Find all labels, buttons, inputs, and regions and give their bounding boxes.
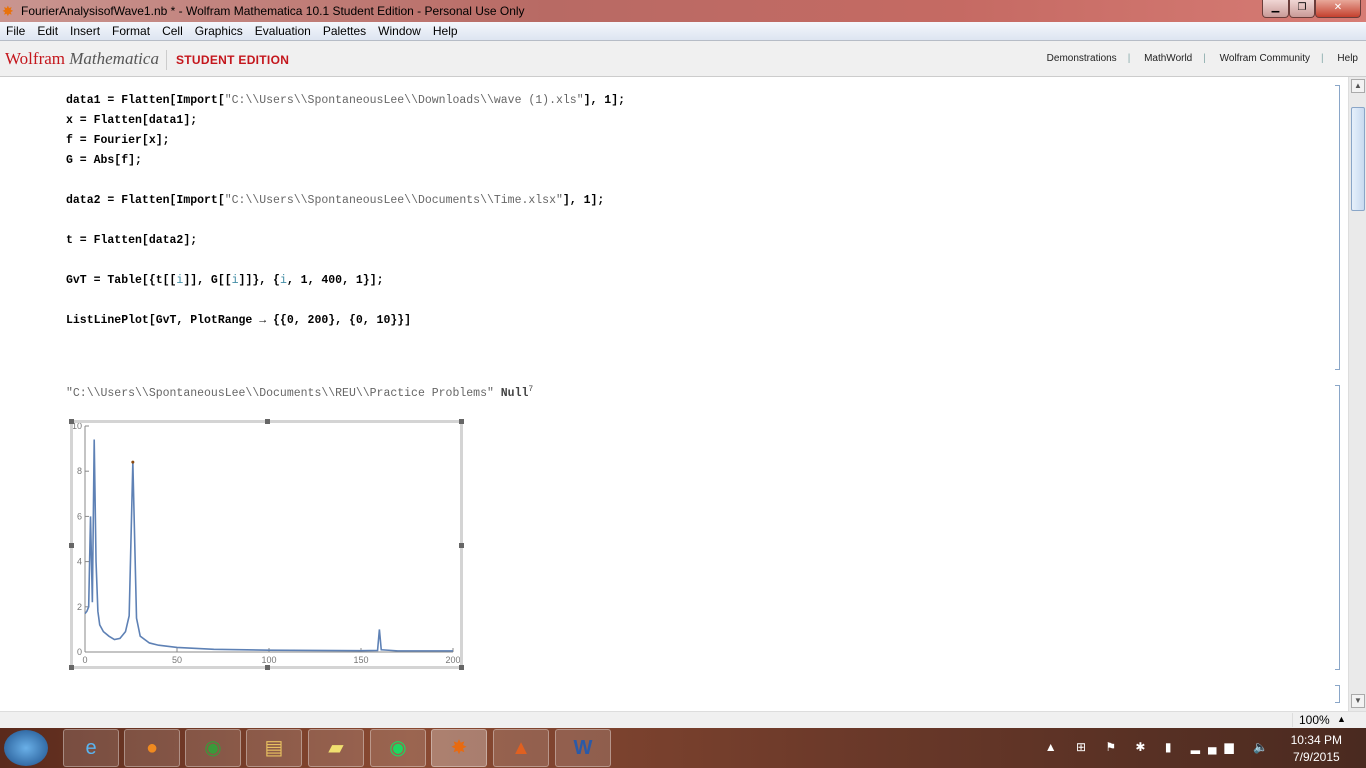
menu-insert[interactable]: Insert (64, 24, 106, 38)
code-line[interactable]: x = Flatten[data1]; (66, 114, 197, 127)
zoom-up-icon[interactable]: ▲ (1337, 714, 1346, 724)
link-community[interactable]: Wolfram Community (1220, 53, 1310, 64)
title-bar: ✸ FourierAnalysisofWave1.nb * - Wolfram … (0, 0, 1366, 22)
x-tick-label: 200 (445, 655, 460, 665)
zoom-level[interactable]: 100% (1292, 713, 1330, 727)
clock[interactable]: 10:34 PM 7/9/2015 (1291, 732, 1342, 766)
spotify-icon[interactable]: ◉ (370, 729, 426, 767)
code-line[interactable]: data1 = Flatten[Import["C:\\Users\\Spont… (66, 94, 625, 107)
x-tick-label: 0 (82, 655, 87, 665)
x-tick-label: 50 (172, 655, 182, 665)
y-tick-label: 6 (77, 511, 82, 521)
cell-bracket[interactable] (1335, 85, 1340, 370)
menu-help[interactable]: Help (427, 24, 464, 38)
resize-handle[interactable] (265, 665, 270, 670)
word-icon[interactable]: W (555, 729, 611, 767)
code-line[interactable]: data2 = Flatten[Import["C:\\Users\\Spont… (66, 194, 604, 207)
status-bar: 100% ▲ (0, 711, 1366, 728)
output-line: "C:\\Users\\SpontaneousLee\\Documents\\R… (66, 385, 534, 400)
mathematica-taskbar-icon[interactable]: ✸ (431, 729, 487, 767)
menu-palettes[interactable]: Palettes (317, 24, 372, 38)
resize-handle[interactable] (459, 419, 464, 424)
edition-label: STUDENT EDITION (176, 53, 290, 67)
taskbar: e ● ◉ ▤ ▰ ◉ ✸ ▲ W ▲ ⊞ ⚑ ✱ ▮ ▂▄▆ 🔈 10:34 … (0, 728, 1366, 768)
scroll-down-arrow[interactable]: ▼ (1351, 694, 1365, 708)
code-line[interactable]: ListLinePlot[GvT, PlotRange → {{0, 200},… (66, 314, 411, 327)
brand-bar: Wolfram Mathematica STUDENT EDITION Demo… (0, 41, 1366, 77)
vertical-scrollbar[interactable]: ▲ ▼ (1348, 77, 1366, 711)
y-tick-label: 10 (73, 423, 82, 431)
resize-handle[interactable] (69, 665, 74, 670)
resize-handle[interactable] (459, 665, 464, 670)
mathematica-icon: ✸ (2, 2, 14, 19)
x-tick-label: 150 (353, 655, 368, 665)
y-tick-label: 4 (77, 557, 82, 567)
maximize-button[interactable]: ❐ (1289, 0, 1315, 18)
matlab-icon[interactable]: ▲ (493, 729, 549, 767)
wolfram-logo: Wolfram Mathematica (5, 49, 159, 68)
resize-handle[interactable] (69, 543, 74, 548)
menu-cell[interactable]: Cell (156, 24, 189, 38)
resize-handle[interactable] (265, 419, 270, 424)
data-point-marker (131, 460, 135, 464)
cell-bracket[interactable] (1335, 385, 1340, 670)
close-button[interactable]: ✕ (1315, 0, 1361, 18)
y-tick-label: 2 (77, 602, 82, 612)
menu-format[interactable]: Format (106, 24, 156, 38)
plot-graphic[interactable]: 0 50 100 150 200 0 2 4 6 8 10 (69, 419, 464, 670)
menu-evaluation[interactable]: Evaluation (249, 24, 317, 38)
sticky-notes-icon[interactable]: ▰ (308, 729, 364, 767)
data-series-line (84, 439, 453, 652)
link-help[interactable]: Help (1337, 53, 1358, 64)
resize-handle[interactable] (459, 543, 464, 548)
start-button[interactable] (4, 730, 48, 766)
minimize-button[interactable]: ▁ (1262, 0, 1289, 18)
window-title: FourierAnalysisofWave1.nb * - Wolfram Ma… (21, 4, 525, 18)
firefox-icon[interactable]: ● (124, 729, 180, 767)
menu-bar: File Edit Insert Format Cell Graphics Ev… (0, 22, 1366, 41)
y-tick-label: 8 (77, 466, 82, 476)
code-line[interactable]: G = Abs[f]; (66, 154, 142, 167)
cell-bracket[interactable] (1335, 685, 1340, 703)
system-tray[interactable]: ▲ ⊞ ⚑ ✱ ▮ ▂▄▆ 🔈 (1045, 740, 1276, 754)
chrome-icon[interactable]: ◉ (185, 729, 241, 767)
link-demonstrations[interactable]: Demonstrations (1047, 53, 1117, 64)
code-line[interactable]: t = Flatten[data2]; (66, 234, 197, 247)
internet-explorer-icon[interactable]: e (63, 729, 119, 767)
divider (166, 50, 167, 70)
x-tick-label: 100 (261, 655, 276, 665)
scroll-up-arrow[interactable]: ▲ (1351, 79, 1365, 93)
menu-window[interactable]: Window (372, 24, 427, 38)
scroll-thumb[interactable] (1351, 107, 1365, 211)
link-mathworld[interactable]: MathWorld (1144, 53, 1192, 64)
line-chart: 0 50 100 150 200 0 2 4 6 8 10 (73, 423, 460, 665)
y-tick-label: 0 (77, 647, 82, 657)
menu-file[interactable]: File (0, 24, 31, 38)
code-line[interactable]: GvT = Table[{t[[i]], G[[i]]}, {i, 1, 400… (66, 274, 384, 287)
menu-edit[interactable]: Edit (31, 24, 64, 38)
resize-handle[interactable] (69, 419, 74, 424)
menu-graphics[interactable]: Graphics (189, 24, 249, 38)
file-explorer-icon[interactable]: ▤ (246, 729, 302, 767)
code-line[interactable]: f = Fourier[x]; (66, 134, 170, 147)
